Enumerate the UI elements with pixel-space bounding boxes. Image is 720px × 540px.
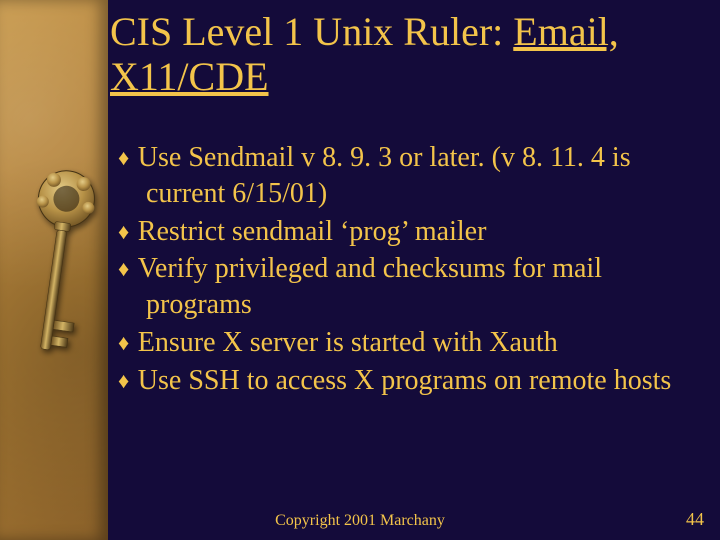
bullet-icon: ♦ <box>118 367 138 395</box>
bullet-icon: ♦ <box>118 218 138 246</box>
footer-copyright: Copyright 2001 Marchany <box>0 512 720 530</box>
slide: CIS Level 1 Unix Ruler: Email, X11/CDE ♦… <box>0 0 720 540</box>
bullet-text: Use SSH to access X programs on remote h… <box>138 365 671 396</box>
bullet-icon: ♦ <box>118 144 138 172</box>
slide-title: CIS Level 1 Unix Ruler: Email, X11/CDE <box>110 10 700 100</box>
list-item: ♦Ensure X server is started with Xauth <box>118 325 692 361</box>
bullet-list: ♦Use Sendmail v 8. 9. 3 or later. (v 8. … <box>118 140 692 401</box>
page-number: 44 <box>686 509 704 530</box>
side-panel <box>0 0 108 540</box>
list-item: ♦Use Sendmail v 8. 9. 3 or later. (v 8. … <box>118 140 692 212</box>
title-prefix: CIS Level 1 Unix Ruler: <box>110 9 513 54</box>
bullet-text: Restrict sendmail ‘prog’ mailer <box>138 216 487 247</box>
bullet-text: Use Sendmail v 8. 9. 3 or later. (v 8. 1… <box>138 142 631 209</box>
key-icon <box>10 160 100 400</box>
bullet-text: Ensure X server is started with Xauth <box>138 327 558 358</box>
list-item: ♦Restrict sendmail ‘prog’ mailer <box>118 214 692 250</box>
list-item: ♦Verify privileged and checksums for mai… <box>118 251 692 323</box>
bullet-text: Verify privileged and checksums for mail… <box>138 253 602 320</box>
bullet-icon: ♦ <box>118 255 138 283</box>
bullet-icon: ♦ <box>118 329 138 357</box>
list-item: ♦Use SSH to access X programs on remote … <box>118 363 692 399</box>
